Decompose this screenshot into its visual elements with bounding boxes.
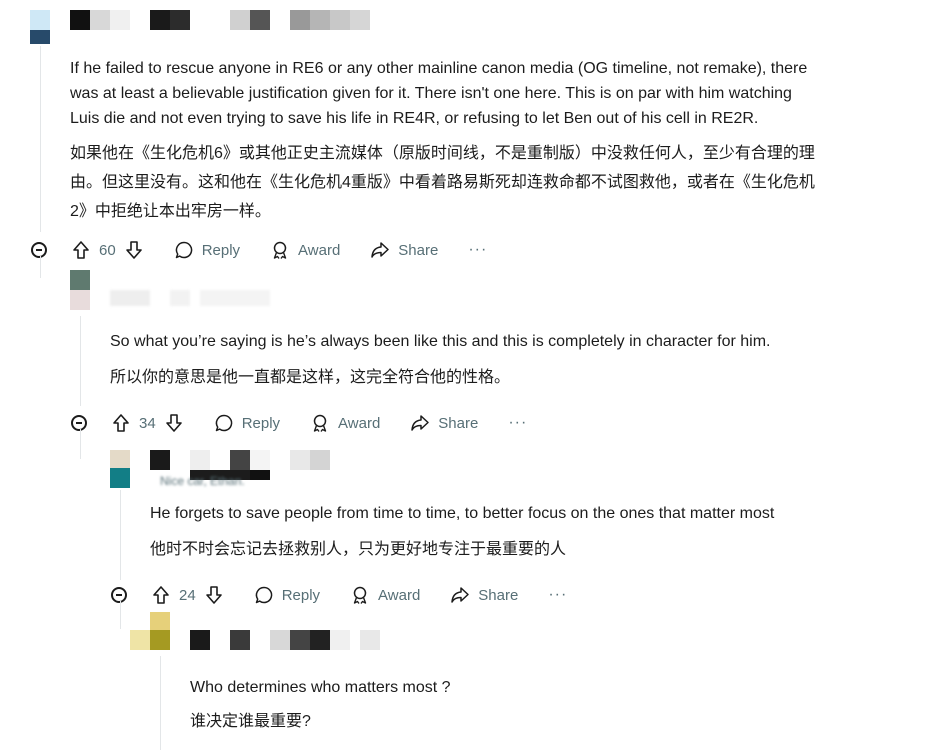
comment-translation: 所以你的意思是他一直都是这样，这完全符合他的性格。 xyxy=(110,363,510,392)
thread-line[interactable] xyxy=(80,429,81,459)
upvote-icon[interactable] xyxy=(151,585,171,605)
vote-count: 34 xyxy=(139,414,156,432)
comment-body: Who determines who matters most ? xyxy=(190,675,451,700)
award-button[interactable]: Award xyxy=(310,413,380,433)
comment-line: was at least a believable justification … xyxy=(70,85,792,102)
collapse-minus-circle-icon[interactable] xyxy=(111,587,127,603)
share-button[interactable]: Share xyxy=(410,413,478,433)
thread-line[interactable] xyxy=(40,46,41,232)
thread-line[interactable] xyxy=(40,256,41,278)
avatar[interactable] xyxy=(110,450,130,488)
award-ribbon-icon xyxy=(313,414,327,432)
award-ribbon-icon xyxy=(273,241,287,259)
collapse-minus-circle-icon[interactable] xyxy=(31,242,47,258)
username-censored[interactable] xyxy=(150,450,330,480)
translation-line: 所以你的意思是他一直都是这样，这完全符合他的性格。 xyxy=(110,369,511,386)
more-horizontal-icon[interactable]: ··· xyxy=(508,414,527,432)
share-label: Share xyxy=(398,241,439,259)
award-button[interactable]: Award xyxy=(270,240,340,260)
comment-actions: 60 Reply Award Share ··· xyxy=(31,238,487,262)
user-flair: Nice car, Ethan. xyxy=(160,474,245,488)
speech-bubble-icon xyxy=(255,586,272,604)
speech-bubble-icon xyxy=(175,241,192,259)
share-arrow-icon xyxy=(411,415,430,431)
comment-actions: 24 Reply Award Share ··· xyxy=(111,583,567,607)
avatar[interactable] xyxy=(130,612,170,652)
upvote-icon[interactable] xyxy=(111,413,131,433)
comment-translation: 如果他在《生化危机6》或其他正史主流媒体（原版时间线，不是重制版）中没救任何人，… xyxy=(70,139,815,226)
comment-line: He forgets to save people from time to t… xyxy=(150,505,775,522)
downvote-icon[interactable] xyxy=(204,585,224,605)
downvote-icon[interactable] xyxy=(124,240,144,260)
award-label: Award xyxy=(298,241,341,259)
award-ribbon-icon xyxy=(353,586,367,604)
speech-bubble-icon xyxy=(215,414,232,432)
reply-button[interactable]: Reply xyxy=(214,413,280,433)
comment-line: If he failed to rescue anyone in RE6 or … xyxy=(70,60,808,77)
comment-line: Who determines who matters most ? xyxy=(190,679,451,696)
share-button[interactable]: Share xyxy=(450,585,518,605)
downvote-icon[interactable] xyxy=(164,413,184,433)
username-censored[interactable] xyxy=(190,630,380,650)
collapse-minus-circle-icon[interactable] xyxy=(71,415,87,431)
thread-line[interactable] xyxy=(160,656,161,750)
translation-line: 他时不时会忘记去拯救别人，只为更好地专注于最重要的人 xyxy=(150,541,567,558)
share-arrow-icon xyxy=(451,587,470,603)
share-button[interactable]: Share xyxy=(370,240,438,260)
thread-line[interactable] xyxy=(120,490,121,580)
comment-translation: 谁决定谁最重要? xyxy=(190,707,311,736)
translation-line: 谁决定谁最重要? xyxy=(190,713,311,730)
thread-line[interactable] xyxy=(80,316,81,406)
award-label: Award xyxy=(378,586,421,604)
comment-line: So what you’re saying is he’s always bee… xyxy=(110,333,771,350)
share-label: Share xyxy=(478,586,519,604)
vote-count: 60 xyxy=(99,241,116,259)
translation-line: 由。但这里没有。这和他在《生化危机4重版》中看着路易斯死却连救命都不试图救他，或… xyxy=(70,174,815,191)
translation-line: 2》中拒绝让本出牢房一样。 xyxy=(70,203,271,220)
award-button[interactable]: Award xyxy=(350,585,420,605)
more-horizontal-icon[interactable]: ··· xyxy=(548,586,567,604)
reply-label: Reply xyxy=(241,414,281,432)
reply-button[interactable]: Reply xyxy=(174,240,240,260)
share-arrow-icon xyxy=(371,242,390,258)
avatar[interactable] xyxy=(70,270,90,310)
comment-translation: 他时不时会忘记去拯救别人，只为更好地专注于最重要的人 xyxy=(150,535,566,564)
upvote-icon[interactable] xyxy=(71,240,91,260)
comment-body: If he failed to rescue anyone in RE6 or … xyxy=(70,56,807,131)
comment-body: He forgets to save people from time to t… xyxy=(150,501,774,526)
reply-label: Reply xyxy=(201,241,241,259)
comment-line: Luis die and not even trying to save his… xyxy=(70,110,759,127)
share-label: Share xyxy=(438,414,479,432)
translation-line: 如果他在《生化危机6》或其他正史主流媒体（原版时间线，不是重制版）中没救任何人，… xyxy=(70,145,815,162)
more-horizontal-icon[interactable]: ··· xyxy=(468,241,487,259)
avatar[interactable] xyxy=(30,10,50,44)
username-censored[interactable] xyxy=(110,290,270,306)
award-label: Award xyxy=(338,414,381,432)
comment-actions: 34 Reply Award Share ··· xyxy=(71,411,527,435)
thread-line[interactable] xyxy=(120,601,121,629)
reply-label: Reply xyxy=(281,586,321,604)
reply-button[interactable]: Reply xyxy=(254,585,320,605)
comment-body: So what you’re saying is he’s always bee… xyxy=(110,329,770,354)
vote-count: 24 xyxy=(179,586,196,604)
username-censored[interactable] xyxy=(70,10,370,30)
